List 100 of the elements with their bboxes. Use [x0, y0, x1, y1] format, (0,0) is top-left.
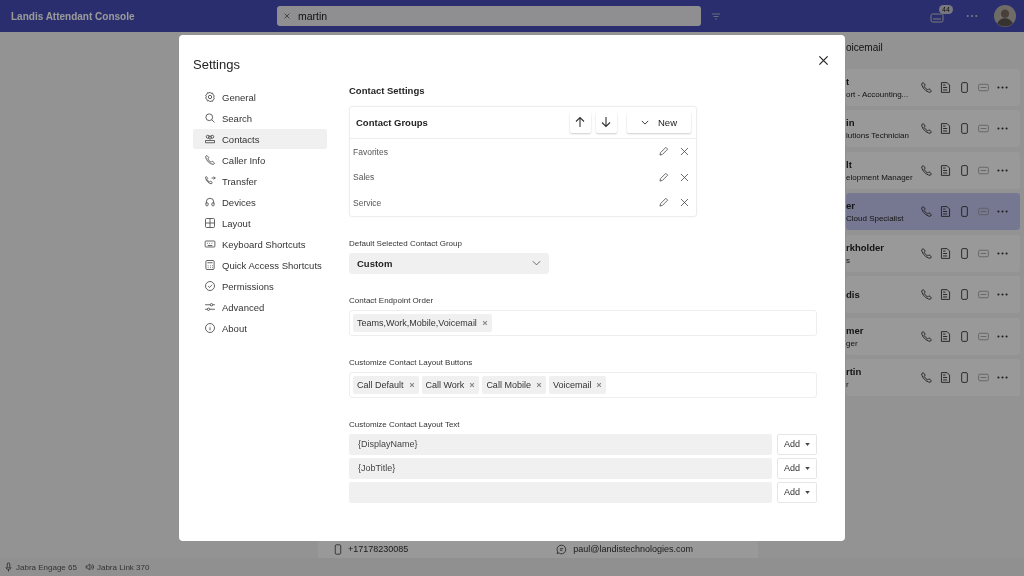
keyboard-icon	[204, 238, 216, 250]
device-name[interactable]: Jabra Engage 65	[16, 562, 77, 572]
phone-icon[interactable]	[920, 329, 933, 343]
delete-icon[interactable]	[679, 171, 690, 183]
phone-icon[interactable]	[920, 246, 933, 260]
voicemail-icon[interactable]	[930, 12, 944, 24]
close-icon[interactable]	[818, 55, 829, 66]
delete-icon[interactable]	[679, 146, 690, 158]
nav-item[interactable]: Search	[193, 108, 327, 128]
gear-icon	[204, 91, 216, 103]
contact-name: lt	[846, 158, 853, 170]
tag: Voicemail	[548, 375, 607, 394]
remove-icon[interactable]	[596, 381, 603, 388]
more-icon[interactable]	[966, 14, 978, 18]
device-name[interactable]: Jabra Link 370	[96, 562, 150, 572]
search-field[interactable]: martin	[277, 6, 701, 26]
nav-item[interactable]: Permissions	[193, 276, 327, 296]
new-button[interactable]: New	[627, 112, 691, 133]
layout-buttons-field[interactable]: Call Default Call Work Call Mobile Voicemail	[349, 371, 817, 398]
nav-item[interactable]: Caller Info	[193, 150, 327, 170]
nav-item[interactable]: General	[193, 87, 327, 107]
group-name: Sales	[353, 172, 375, 183]
mobile-icon[interactable]	[958, 288, 971, 301]
delete-icon[interactable]	[679, 197, 690, 209]
grid-icon	[204, 217, 216, 229]
mobile-icon[interactable]	[958, 122, 971, 135]
caret-icon	[805, 442, 810, 446]
add-button[interactable]: Add	[777, 457, 817, 479]
calculator-icon	[204, 259, 216, 271]
field-label: Customize Contact Layout Text	[349, 419, 461, 429]
filter-icon[interactable]	[711, 11, 721, 21]
mobile-icon[interactable]	[958, 205, 971, 218]
edit-icon[interactable]	[658, 146, 669, 158]
voicemail-icon[interactable]	[977, 288, 990, 301]
arrow-up-icon	[574, 116, 586, 128]
edit-icon[interactable]	[658, 171, 669, 183]
phone-icon[interactable]	[920, 205, 933, 218]
nav-item[interactable]: Transfer	[193, 171, 327, 191]
remove-icon[interactable]	[408, 381, 415, 388]
mobile-icon[interactable]	[958, 80, 971, 94]
phone-icon[interactable]	[920, 163, 933, 177]
contact-row[interactable]: rtin r	[846, 359, 1020, 396]
remove-icon[interactable]	[469, 381, 476, 388]
contact-title: ger	[846, 338, 859, 348]
contact-title: elopment Manager	[846, 172, 914, 182]
avatar[interactable]	[994, 5, 1016, 27]
phone-icon[interactable]	[920, 371, 933, 384]
microphone-icon[interactable]	[4, 562, 13, 572]
add-button[interactable]: Add	[777, 433, 817, 455]
contact-row[interactable]: rkholder s	[846, 234, 1020, 272]
contact-row[interactable]: mer ger	[846, 317, 1020, 355]
contact-row[interactable]: lt elopment Manager	[846, 151, 1020, 189]
move-down-button[interactable]	[596, 112, 617, 133]
clear-icon[interactable]	[283, 12, 291, 20]
move-up-button[interactable]	[570, 112, 591, 133]
phone-icon[interactable]	[920, 288, 933, 301]
remove-icon[interactable]	[535, 381, 542, 388]
contact-name: in	[846, 117, 856, 128]
headset-icon	[204, 196, 216, 208]
endpoint-order-field[interactable]: Teams,Work,Mobile,Voicemail	[349, 309, 817, 336]
voicemail-icon[interactable]	[977, 122, 990, 135]
contact-row[interactable]: er Cloud Specialist	[846, 193, 1020, 230]
field-label: Contact Endpoint Order	[349, 295, 435, 305]
nav-item[interactable]: Layout	[193, 213, 327, 233]
nav-item[interactable]: Contacts	[193, 129, 327, 149]
text-field[interactable]: {DisplayName}	[349, 433, 772, 455]
nav-item[interactable]: Advanced	[193, 297, 327, 317]
add-button[interactable]: Add	[777, 481, 817, 503]
mobile-icon[interactable]	[958, 329, 971, 343]
mobile-icon[interactable]	[958, 163, 971, 177]
field-label: Customize Contact Layout Buttons	[349, 357, 474, 367]
contact-row[interactable]: t ort - Accounting...	[846, 68, 1020, 106]
edit-icon[interactable]	[658, 197, 669, 209]
nav-item[interactable]: Keyboard Shortcuts	[193, 234, 327, 254]
search-icon	[204, 112, 216, 124]
sliders-icon	[204, 301, 216, 313]
contact-title: ort - Accounting...	[846, 89, 910, 99]
contact-name: er	[846, 200, 856, 211]
phone-icon[interactable]	[920, 80, 933, 94]
phone-icon	[204, 154, 216, 166]
section-title: Contact Settings	[349, 85, 426, 96]
contact-title: lutions Technician	[846, 131, 910, 140]
contact-row[interactable]: dis	[846, 276, 1020, 313]
nav-item[interactable]: About	[193, 318, 327, 338]
contact-name: dis	[846, 289, 861, 300]
group-dropdown[interactable]: Custom	[349, 252, 549, 274]
text-field[interactable]: {JobTitle}	[349, 457, 772, 479]
contact-name: rkholder	[846, 241, 885, 253]
remove-icon[interactable]	[481, 319, 488, 326]
contact-name: t	[846, 75, 851, 87]
voicemail-icon[interactable]	[977, 371, 990, 384]
chevron-down-icon	[641, 120, 649, 125]
nav-item[interactable]: Quick Access Shortcuts	[193, 255, 327, 275]
contact-row[interactable]: in lutions Technician	[846, 110, 1020, 147]
nav-item[interactable]: Devices	[193, 192, 327, 212]
phone-icon[interactable]	[920, 122, 933, 135]
mobile-icon[interactable]	[958, 246, 971, 260]
speaker-icon[interactable]	[84, 562, 94, 572]
mobile-icon[interactable]	[958, 371, 971, 384]
group-name: Favorites	[353, 146, 388, 157]
